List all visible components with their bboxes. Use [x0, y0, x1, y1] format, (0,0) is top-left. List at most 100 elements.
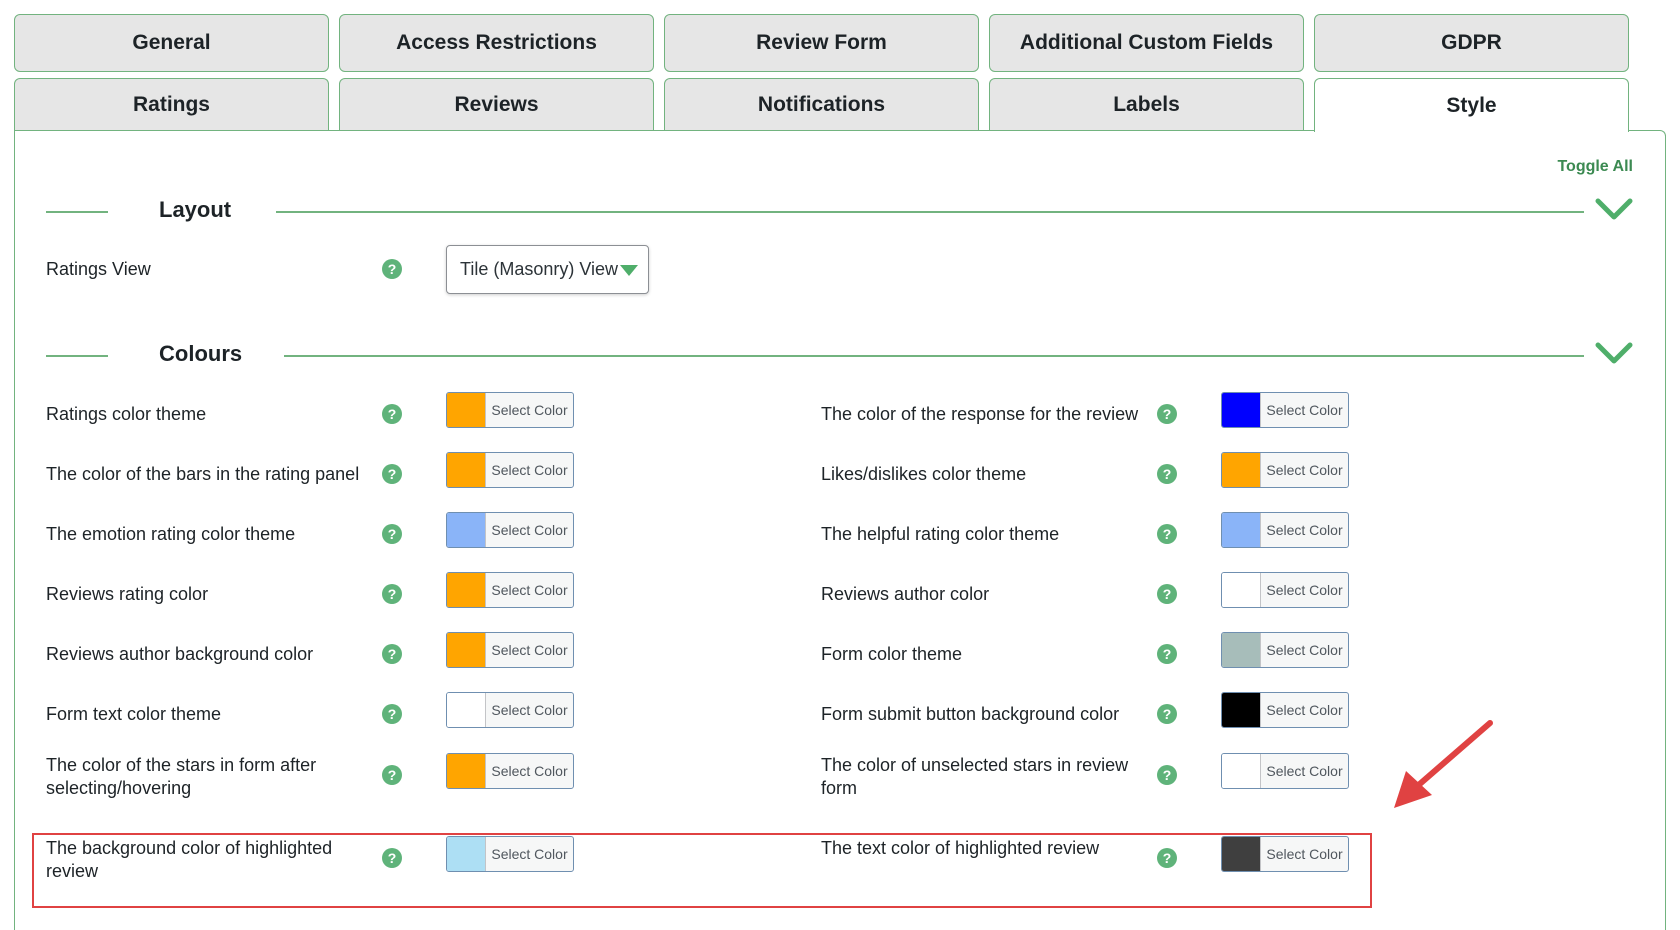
colour-setting-label: The color of the bars in the rating pane… — [46, 464, 360, 484]
select-color-button[interactable]: Select Color — [446, 512, 574, 548]
colour-setting-label: The helpful rating color theme — [821, 524, 1060, 544]
tab-label: GDPR — [1441, 31, 1502, 54]
select-color-button[interactable]: Select Color — [1221, 632, 1349, 668]
tab-review-form[interactable]: Review Form — [664, 14, 979, 72]
select-color-label: Select Color — [491, 462, 568, 478]
help-icon[interactable]: ? — [382, 848, 402, 868]
help-icon[interactable]: ? — [382, 524, 402, 544]
colour-setting-label: The color of unselected stars in review … — [821, 755, 1129, 798]
select-color-button[interactable]: Select Color — [1221, 452, 1349, 488]
toggle-all-link[interactable]: Toggle All — [1557, 158, 1633, 176]
tab-reviews[interactable]: Reviews — [339, 78, 654, 130]
colour-setting-label: Reviews author background color — [46, 644, 314, 664]
help-icon[interactable]: ? — [1157, 584, 1177, 604]
select-color-button[interactable]: Select Color — [446, 572, 574, 608]
color-swatch — [1222, 754, 1261, 788]
tab-label: Ratings — [132, 92, 210, 116]
color-swatch — [1222, 633, 1261, 667]
select-color-label: Select Color — [491, 846, 568, 862]
tab-style[interactable]: Style — [1314, 78, 1629, 132]
select-color-button[interactable]: Select Color — [1221, 836, 1349, 872]
select-color-label: Select Color — [1266, 763, 1343, 779]
help-icon[interactable]: ? — [382, 584, 402, 604]
tab-additional-custom-fields[interactable]: Additional Custom Fields — [989, 14, 1304, 72]
tab-label: Style — [1446, 93, 1497, 117]
select-color-button[interactable]: Select Color — [1221, 512, 1349, 548]
tab-general[interactable]: General — [14, 14, 329, 72]
color-swatch — [447, 633, 486, 667]
select-color-button[interactable]: Select Color — [446, 632, 574, 668]
help-icon[interactable]: ? — [1157, 765, 1177, 785]
tab-access-restrictions[interactable]: Access Restrictions — [339, 14, 654, 72]
select-color-label: Select Color — [1266, 402, 1343, 418]
color-swatch — [1222, 393, 1261, 427]
color-swatch — [1222, 513, 1261, 547]
ratings-view-label: Ratings View — [46, 259, 151, 279]
tab-labels[interactable]: Labels — [989, 78, 1304, 130]
select-color-button[interactable]: Select Color — [1221, 692, 1349, 728]
select-color-label: Select Color — [491, 402, 568, 418]
select-color-label: Select Color — [1266, 522, 1343, 538]
help-icon[interactable]: ? — [1157, 644, 1177, 664]
select-color-button[interactable]: Select Color — [446, 692, 574, 728]
select-color-label: Select Color — [491, 702, 568, 718]
help-icon[interactable]: ? — [382, 644, 402, 664]
select-color-label: Select Color — [1266, 582, 1343, 598]
help-icon[interactable]: ? — [1157, 704, 1177, 724]
color-swatch — [1222, 573, 1261, 607]
select-color-label: Select Color — [1266, 702, 1343, 718]
help-icon[interactable]: ? — [1157, 404, 1177, 424]
colour-setting-label: The color of the stars in form after sel… — [46, 755, 317, 798]
select-color-label: Select Color — [1266, 846, 1343, 862]
chevron-down-icon[interactable] — [1594, 193, 1634, 229]
help-icon[interactable]: ? — [1157, 464, 1177, 484]
select-color-button[interactable]: Select Color — [1221, 392, 1349, 428]
tab-ratings[interactable]: Ratings — [14, 78, 329, 130]
help-icon[interactable]: ? — [382, 404, 402, 424]
colour-setting-label: Reviews author color — [821, 584, 990, 604]
colour-setting-label: Reviews rating color — [46, 584, 209, 604]
select-color-button[interactable]: Select Color — [446, 753, 574, 789]
tab-label: General — [132, 31, 211, 54]
tab-label: Additional Custom Fields — [1019, 31, 1274, 54]
tab-notifications[interactable]: Notifications — [664, 78, 979, 130]
layout-section-header[interactable]: Layout — [46, 193, 1634, 233]
select-color-label: Select Color — [491, 582, 568, 598]
help-icon[interactable]: ? — [382, 765, 402, 785]
colour-setting-label: The text color of highlighted review — [821, 838, 1100, 858]
tab-label: Notifications — [757, 92, 886, 116]
colour-setting-label: Likes/dislikes color theme — [821, 464, 1027, 484]
help-icon[interactable]: ? — [1157, 848, 1177, 868]
help-icon[interactable]: ? — [382, 259, 402, 279]
select-color-label: Select Color — [1266, 642, 1343, 658]
help-icon[interactable]: ? — [382, 464, 402, 484]
color-swatch — [447, 573, 486, 607]
section-title: Colours — [159, 341, 243, 366]
help-icon[interactable]: ? — [1157, 524, 1177, 544]
colour-setting-label: The color of the response for the review — [821, 404, 1139, 424]
color-swatch — [447, 513, 486, 547]
select-color-label: Select Color — [1266, 462, 1343, 478]
select-color-label: Select Color — [491, 522, 568, 538]
select-color-button[interactable]: Select Color — [446, 452, 574, 488]
ratings-view-select[interactable]: Tile (Masonry) View — [446, 245, 649, 294]
colour-setting-label: Form text color theme — [46, 704, 222, 724]
color-swatch — [1222, 453, 1261, 487]
tab-label: Access Restrictions — [396, 31, 597, 54]
color-swatch — [447, 837, 486, 871]
select-color-button[interactable]: Select Color — [1221, 753, 1349, 789]
select-color-button[interactable]: Select Color — [446, 836, 574, 872]
chevron-down-icon[interactable] — [1594, 337, 1634, 373]
select-color-button[interactable]: Select Color — [446, 392, 574, 428]
caret-down-icon — [620, 265, 638, 276]
colours-section-header[interactable]: Colours — [46, 337, 1634, 377]
select-color-button[interactable]: Select Color — [1221, 572, 1349, 608]
tab-gdpr[interactable]: GDPR — [1314, 14, 1629, 72]
divider — [46, 355, 108, 357]
help-icon[interactable]: ? — [382, 704, 402, 724]
ratings-view-value: Tile (Masonry) View — [460, 259, 619, 279]
colour-setting-label: Form submit button background color — [821, 704, 1120, 724]
color-swatch — [1222, 693, 1261, 727]
select-color-label: Select Color — [491, 642, 568, 658]
divider — [284, 355, 1584, 357]
